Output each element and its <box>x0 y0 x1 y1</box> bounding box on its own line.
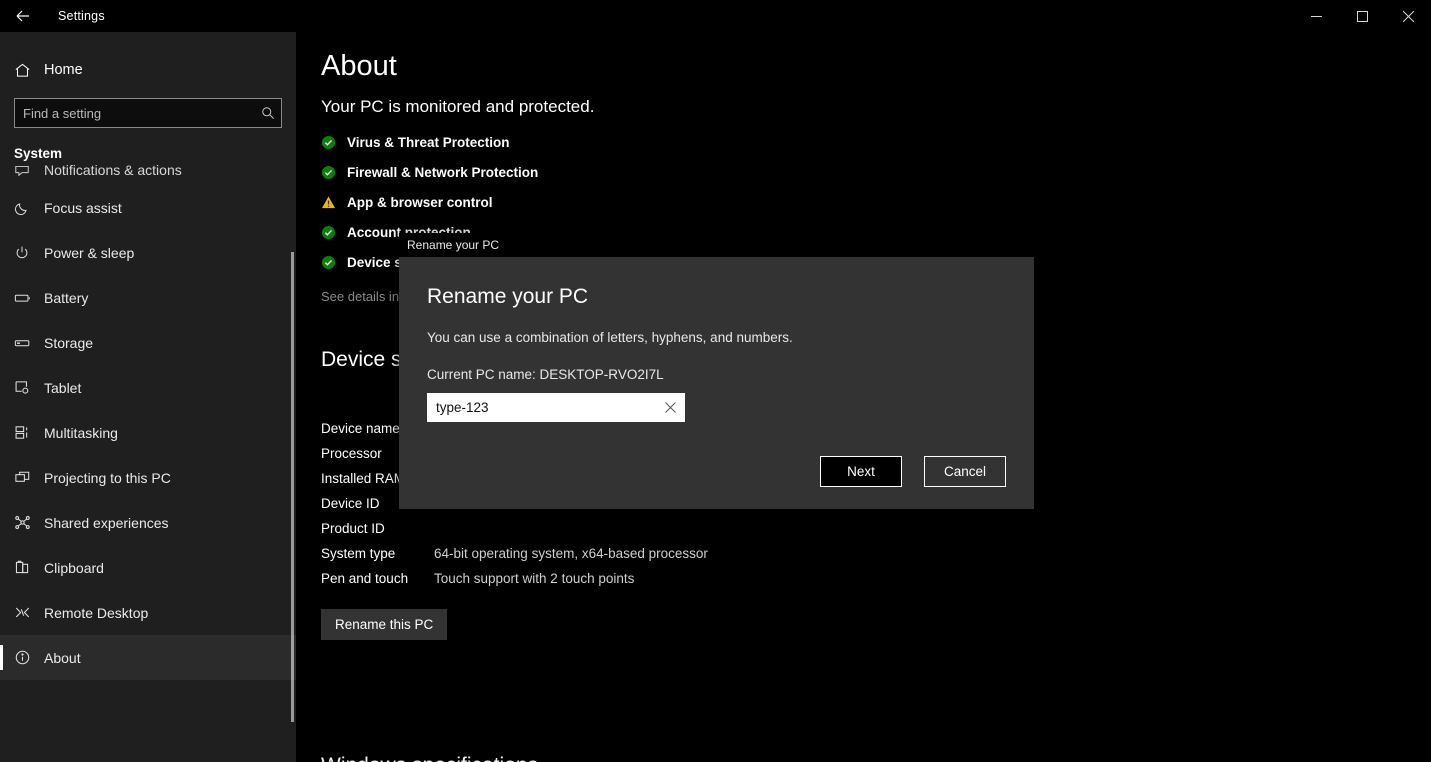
search-box[interactable] <box>14 98 282 128</box>
minimize-button[interactable] <box>1293 0 1339 32</box>
home-icon <box>14 62 44 79</box>
back-arrow-icon[interactable] <box>0 0 46 32</box>
status-warning-icon <box>321 195 347 210</box>
spec-key: System type <box>321 546 434 561</box>
search-icon[interactable] <box>255 106 281 120</box>
spec-row: System type 64-bit operating system, x64… <box>321 541 1431 566</box>
status-row: Firewall & Network Protection <box>321 157 1431 187</box>
spec-row: Pen and touch Touch support with 2 touch… <box>321 566 1431 591</box>
status-ok-icon <box>321 225 347 240</box>
sidebar-item-remote-desktop[interactable]: Remote Desktop <box>0 590 296 635</box>
status-label: App & browser control <box>347 195 493 210</box>
status-ok-icon <box>321 255 347 270</box>
close-button[interactable] <box>1385 0 1431 32</box>
sidebar-item-label: Shared experiences <box>44 515 169 531</box>
dialog-body: Rename your PC You can use a combination… <box>399 257 1034 509</box>
spec-row: Product ID <box>321 516 1431 541</box>
notifications-icon <box>14 162 44 178</box>
spec-key: Pen and touch <box>321 571 434 586</box>
sidebar-item-label: Multitasking <box>44 425 118 441</box>
multitasking-icon <box>14 424 44 441</box>
sidebar-scrollbar[interactable] <box>291 252 294 722</box>
sidebar-item-label: Projecting to this PC <box>44 470 171 486</box>
dialog-actions: Next Cancel <box>820 456 1006 487</box>
shared-experiences-icon <box>14 514 44 531</box>
sidebar-item-multitasking[interactable]: Multitasking <box>0 410 296 455</box>
sidebar: Home System Notifications & actions <box>0 32 296 762</box>
status-row: App & browser control <box>321 187 1431 217</box>
sidebar-item-power-sleep[interactable]: Power & sleep <box>0 230 296 275</box>
sidebar-item-home[interactable]: Home <box>0 50 296 90</box>
page-subtitle: Your PC is monitored and protected. <box>296 83 1431 117</box>
projecting-icon <box>14 469 44 486</box>
pc-name-input[interactable] <box>428 400 656 415</box>
clipboard-icon <box>14 559 44 576</box>
dialog-heading: Rename your PC <box>427 285 1006 309</box>
sidebar-item-storage[interactable]: Storage <box>0 320 296 365</box>
maximize-button[interactable] <box>1339 0 1385 32</box>
spec-key: Product ID <box>321 521 434 536</box>
sidebar-item-label: Power & sleep <box>44 245 134 261</box>
current-pc-name-label: Current PC name: DESKTOP-RVO2I7L <box>427 367 1006 382</box>
info-icon <box>14 649 44 666</box>
dialog-titlebar: Rename your PC <box>399 233 1034 257</box>
sidebar-item-projecting-to-this-pc[interactable]: Projecting to this PC <box>0 455 296 500</box>
sidebar-nav-list: Notifications & actions Focus assist Pow… <box>0 155 296 680</box>
sidebar-item-notifications-actions[interactable]: Notifications & actions <box>0 155 296 185</box>
next-button[interactable]: Next <box>820 456 902 487</box>
cancel-button[interactable]: Cancel <box>924 456 1006 487</box>
windows-specifications-heading: Windows specifications <box>321 754 538 762</box>
page-title: About <box>296 32 1431 83</box>
sidebar-item-label: Remote Desktop <box>44 605 148 621</box>
sidebar-item-battery[interactable]: Battery <box>0 275 296 320</box>
sidebar-item-tablet[interactable]: Tablet <box>0 365 296 410</box>
sidebar-item-about[interactable]: About <box>0 635 296 680</box>
pc-name-field[interactable] <box>427 393 685 422</box>
status-row: Virus & Threat Protection <box>321 127 1431 157</box>
sidebar-item-label: Clipboard <box>44 560 104 576</box>
sidebar-item-shared-experiences[interactable]: Shared experiences <box>0 500 296 545</box>
rename-pc-dialog: Rename your PC Rename your PC You can us… <box>399 233 1034 509</box>
search-input[interactable] <box>15 106 255 121</box>
status-label: Virus & Threat Protection <box>347 135 510 150</box>
power-icon <box>14 245 44 261</box>
sidebar-item-clipboard[interactable]: Clipboard <box>0 545 296 590</box>
settings-window: Settings Home <box>0 0 1431 762</box>
status-label: Firewall & Network Protection <box>347 165 538 180</box>
rename-this-pc-button[interactable]: Rename this PC <box>321 609 447 640</box>
spec-value: Touch support with 2 touch points <box>434 571 634 586</box>
tablet-icon <box>14 379 44 396</box>
sidebar-home-label: Home <box>44 62 83 78</box>
sidebar-item-label: Focus assist <box>44 200 122 216</box>
window-title: Settings <box>58 9 105 23</box>
sidebar-item-label: Tablet <box>44 380 81 396</box>
window-controls <box>1293 0 1431 32</box>
spec-value: 64-bit operating system, x64-based proce… <box>434 546 708 561</box>
remote-desktop-icon <box>14 604 44 621</box>
dialog-description: You can use a combination of letters, hy… <box>427 330 1006 345</box>
dialog-titlebar-text: Rename your PC <box>407 238 499 252</box>
sidebar-item-label: About <box>44 650 81 666</box>
sidebar-item-label: Notifications & actions <box>44 162 182 178</box>
sidebar-item-label: Battery <box>44 290 88 306</box>
status-ok-icon <box>321 165 347 180</box>
storage-icon <box>14 334 44 352</box>
window-titlebar: Settings <box>0 0 1431 32</box>
moon-icon <box>14 200 44 216</box>
clear-x-icon[interactable] <box>656 394 684 421</box>
battery-icon <box>14 289 44 307</box>
status-ok-icon <box>321 135 347 150</box>
sidebar-item-focus-assist[interactable]: Focus assist <box>0 185 296 230</box>
sidebar-item-label: Storage <box>44 335 93 351</box>
